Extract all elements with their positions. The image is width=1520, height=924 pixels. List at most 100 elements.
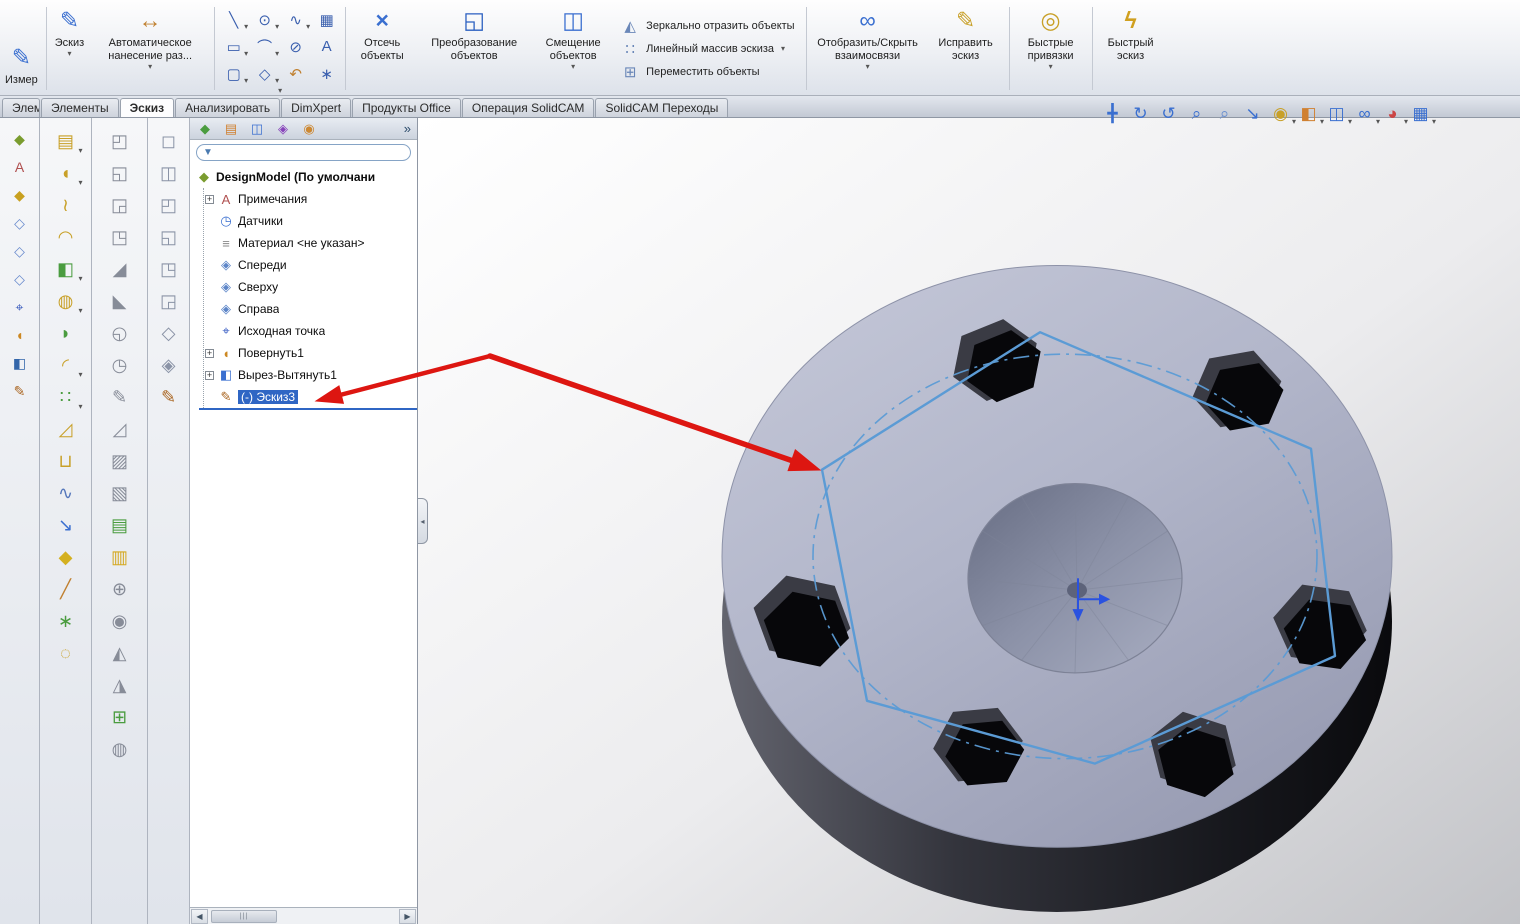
dropdown-caret-icon[interactable]: ▾ xyxy=(781,44,785,53)
annotations-icon[interactable]: A xyxy=(7,153,33,180)
origin-icon[interactable]: ⌖ xyxy=(7,293,33,320)
scroll-left-arrow[interactable]: ◀ xyxy=(191,908,208,924)
centerline-icon[interactable]: ╱ xyxy=(51,573,81,604)
cut-extrude-feature-icon[interactable]: ◧ xyxy=(7,349,33,376)
shell-icon[interactable]: ⊔ xyxy=(51,445,81,476)
dropdown-caret-icon[interactable]: ▾ xyxy=(67,49,71,58)
sketch-pattern-tool-icon[interactable]: ▦ xyxy=(311,6,342,33)
dropdown-caret-icon[interactable]: ▾ xyxy=(1432,118,1436,126)
tree-item[interactable]: ≡ Материал <не указан> xyxy=(205,232,417,254)
draft-analysis-icon[interactable]: ◍ xyxy=(105,733,135,764)
zoom-fit-icon[interactable]: ⌕ xyxy=(1183,101,1210,127)
panel-splitter-handle[interactable]: ◂ xyxy=(418,498,428,544)
mirror-entities-button[interactable]: ◭ Зеркально отразить объекты xyxy=(621,17,794,35)
tree-item[interactable]: ◈ Сверху xyxy=(205,276,417,298)
document-tab[interactable]: Анализировать xyxy=(175,98,281,117)
dropdown-caret-icon[interactable]: ▾ xyxy=(148,62,152,71)
tree-item[interactable]: + A Примечания xyxy=(205,188,417,210)
dropdown-caret-icon[interactable]: ▾ xyxy=(78,307,82,315)
extruded-surface-icon[interactable]: ◰ xyxy=(105,125,135,156)
front-plane-icon[interactable]: ◇ xyxy=(7,209,33,236)
tree-item[interactable]: ◷ Датчики xyxy=(205,210,417,232)
auto-dimension-button[interactable]: ↔ Автоматическое нанесение раз... ▾ xyxy=(89,2,211,95)
pan-icon[interactable]: ╋ xyxy=(1099,101,1126,127)
linear-sketch-pattern-button[interactable]: ∷ Линейный массив эскиза ▾ xyxy=(621,40,794,58)
dropdown-caret-icon[interactable]: ▾ xyxy=(275,77,279,85)
isometric-view-icon[interactable]: ◇ xyxy=(154,317,184,348)
fillet-icon[interactable]: ◜ ▾ xyxy=(51,349,83,380)
revolved-surface-icon[interactable]: ◱ xyxy=(105,157,135,188)
rapid-sketch-button[interactable]: ϟ Быстрый эскиз xyxy=(1096,2,1166,95)
planar-surface-icon[interactable]: ◵ xyxy=(105,317,135,348)
dropdown-caret-icon[interactable]: ▾ xyxy=(275,50,279,58)
tree-filter-input[interactable] xyxy=(217,146,404,159)
point-tool-icon[interactable]: ∗ xyxy=(311,60,342,87)
swept-boss-icon[interactable]: ≀ xyxy=(51,189,81,220)
quick-snaps-button[interactable]: ◎ Быстрые привязки ▾ xyxy=(1013,2,1089,95)
viewport-canvas[interactable] xyxy=(418,118,1520,924)
sketch-button[interactable]: ✎ Эскиз ▾ xyxy=(50,2,89,95)
polygon-tool-icon[interactable]: ◇ ▾ xyxy=(249,60,280,87)
filled-surface-icon[interactable]: ◣ xyxy=(105,285,135,316)
document-tab[interactable]: SolidCAM Переходы xyxy=(595,98,729,117)
tree-item[interactable]: ✎ (-) Эскиз3 xyxy=(205,386,417,408)
hide-show-items-icon[interactable]: ∞ ▾ xyxy=(1351,101,1380,127)
revolve-feature-icon[interactable]: ◖ xyxy=(7,321,33,348)
trim-entities-button[interactable]: × Отсечь объекты xyxy=(349,2,415,95)
boundary-surface-icon[interactable]: ◢ xyxy=(105,253,135,284)
center-cone-recess[interactable] xyxy=(967,483,1183,674)
dropdown-caret-icon[interactable]: ▾ xyxy=(244,77,248,85)
zoom-area-icon[interactable]: ⌕ xyxy=(1211,101,1238,127)
linear-pattern-icon[interactable]: ∷ ▾ xyxy=(51,381,83,412)
scene-settings-icon[interactable]: ▦ ▾ xyxy=(1407,101,1436,127)
knit-surface-icon[interactable]: ⊕ xyxy=(105,573,135,604)
propertymanager-tab-icon[interactable]: ▤ xyxy=(222,120,240,138)
lofted-boss-icon[interactable]: ◠ xyxy=(51,221,81,252)
document-tab[interactable]: Элементы xyxy=(41,98,119,117)
ruled-surface-icon[interactable]: ✎ xyxy=(105,381,135,412)
scroll-thumb[interactable]: ||| xyxy=(211,909,277,923)
section-view-icon[interactable]: ◧ ▾ xyxy=(1295,101,1324,127)
expand-toggle-icon[interactable]: + xyxy=(205,194,214,204)
normal-to-view-icon[interactable]: ◈ xyxy=(154,349,184,380)
attachment-icon[interactable]: ◌ xyxy=(51,637,81,668)
line-tool-icon[interactable]: ╲ ▾ xyxy=(218,6,249,33)
dropdown-caret-icon[interactable]: ▾ xyxy=(78,403,82,411)
extruded-boss-icon[interactable]: ▤ ▾ xyxy=(51,125,83,156)
dropdown-caret-icon[interactable]: ▾ xyxy=(78,147,82,155)
dropdown-caret-icon[interactable]: ▾ xyxy=(275,23,279,31)
dropdown-caret-icon[interactable]: ▾ xyxy=(571,62,575,71)
dropdown-caret-icon[interactable]: ▾ xyxy=(78,371,82,379)
tree-item[interactable]: ◈ Справа xyxy=(205,298,417,320)
slot-tool-icon[interactable]: ▢ ▾ xyxy=(218,60,249,87)
dropdown-caret-icon[interactable]: ▾ xyxy=(244,50,248,58)
hole-wizard-icon[interactable]: ◍ ▾ xyxy=(51,285,83,316)
arc-tool-icon[interactable]: ⌒ ▾ xyxy=(249,33,280,60)
wrap-icon[interactable]: ∿ xyxy=(51,477,81,508)
tree-item[interactable]: + ◖ Повернуть1 xyxy=(205,342,417,364)
reference-point-icon[interactable]: ∗ xyxy=(51,605,81,636)
offset-entities-button[interactable]: ◫ Смещение объектов ▾ xyxy=(533,2,613,95)
extruded-cut-icon[interactable]: ◧ ▾ xyxy=(51,253,83,284)
top-view-icon[interactable]: ◳ xyxy=(154,253,184,284)
text-tool-icon[interactable]: A xyxy=(311,33,342,60)
dimxpertmanager-tab-icon[interactable]: ◈ xyxy=(274,120,292,138)
tree-root-row[interactable]: ◆ DesignModel (По умолчани xyxy=(196,166,417,188)
dropdown-caret-icon[interactable]: ▾ xyxy=(306,23,310,31)
view-orientation-icon[interactable]: ◫ ▾ xyxy=(1323,101,1352,127)
shaded-with-edges-icon[interactable]: ◉ ▾ xyxy=(1267,101,1296,127)
displaymanager-tab-icon[interactable]: ◉ xyxy=(300,120,318,138)
tree-filter-box[interactable]: ▼ xyxy=(196,144,411,161)
revolved-cut-icon[interactable]: ◗ xyxy=(51,317,81,348)
instant3d-icon[interactable]: ↘ xyxy=(51,509,81,540)
appearance-icon[interactable]: ◕ ▾ xyxy=(1379,101,1408,127)
tree-item[interactable]: ◈ Спереди xyxy=(205,254,417,276)
expand-toggle-icon[interactable]: + xyxy=(205,348,214,358)
smart-dimension-icon[interactable]: ◆ xyxy=(51,541,81,572)
front-view-icon[interactable]: ◻ xyxy=(154,125,184,156)
thicken-icon[interactable]: ◉ xyxy=(105,605,135,636)
dropdown-caret-icon[interactable]: ▾ xyxy=(866,62,870,71)
circle-tool-icon[interactable]: ⊙ ▾ xyxy=(249,6,280,33)
display-relations-button[interactable]: ∞ Отобразить/Скрыть взаимосвязи ▾ xyxy=(810,2,926,95)
trim-surface-icon[interactable]: ▤ xyxy=(105,509,135,540)
